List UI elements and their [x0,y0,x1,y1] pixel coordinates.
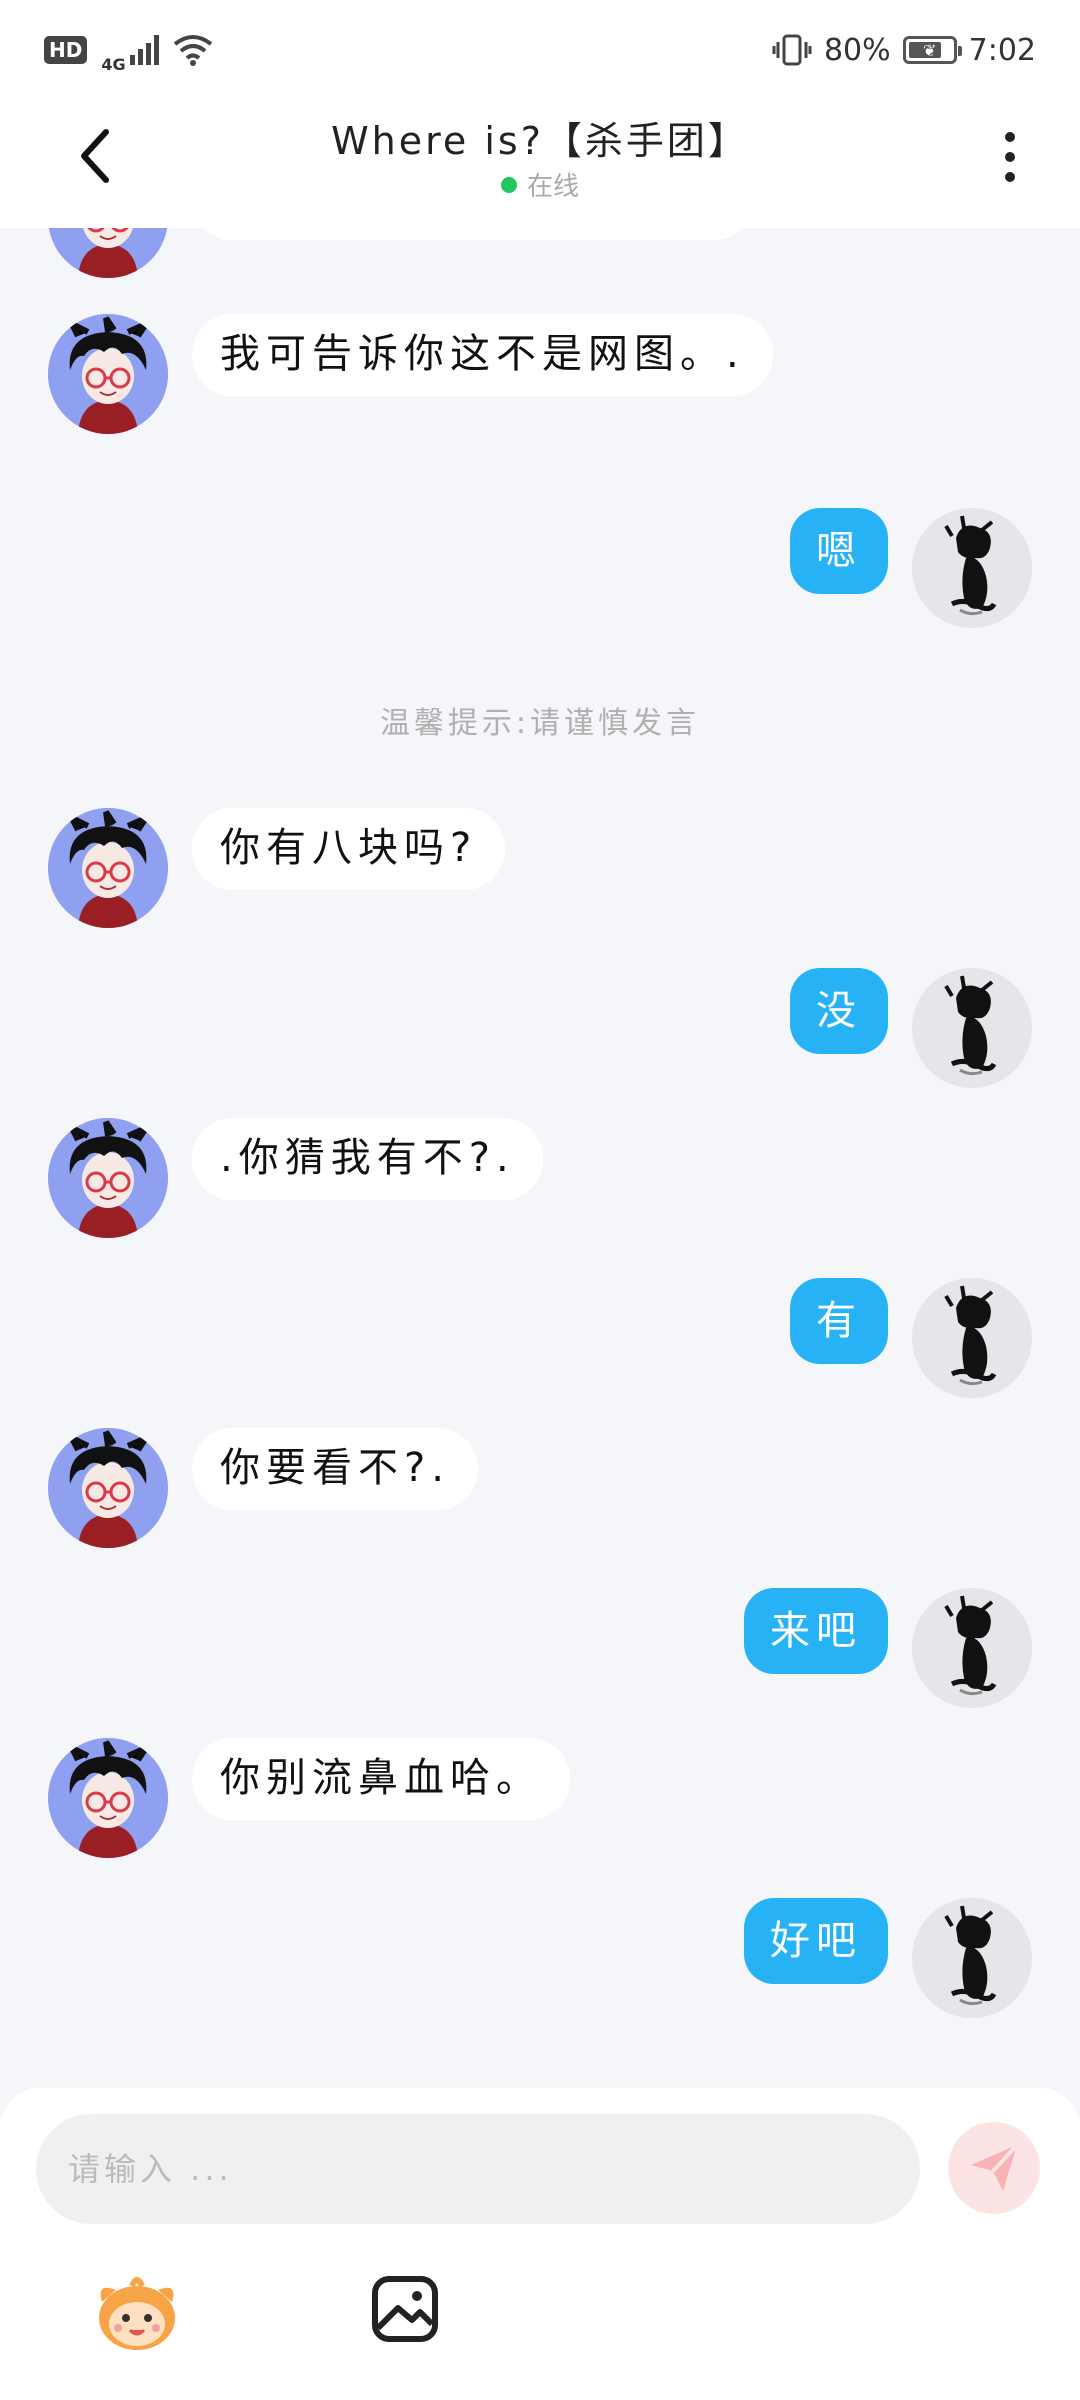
chat-list[interactable]: 你肯定知道我这是网图。 我可告诉你这不是网图。. 嗯温馨提示:请谨慎发言 你有八… [0,228,1080,2088]
emoji-mascot-icon [99,2277,175,2350]
send-icon [971,2143,1019,2191]
chat-header: Where is?【杀手团】 在线 [0,100,1080,228]
message-row-received: 我可告诉你这不是网图。. [0,314,1080,444]
composer [0,2088,1080,2400]
clock: 7:02 [968,32,1036,68]
message-bubble[interactable]: 嗯 [790,508,888,594]
message-bubble[interactable]: 好吧 [744,1898,888,1984]
message-bubble[interactable]: 你别流鼻血哈。 [192,1738,570,1820]
send-button[interactable] [948,2122,1040,2214]
message-row-received: 你肯定知道我这是网图。 [0,228,1080,288]
wifi-icon [173,35,212,66]
emoji-button[interactable] [92,2268,182,2358]
message-row-received: 你别流鼻血哈。 [0,1738,1080,1868]
my-avatar[interactable] [912,1278,1032,1398]
message-bubble[interactable]: .你猜我有不?. [192,1118,543,1200]
signal-icon [129,35,159,65]
message-bubble[interactable]: 没 [790,968,888,1054]
message-row-sent: 好吧 [0,1898,1080,2028]
contact-avatar[interactable] [48,808,168,928]
contact-avatar[interactable] [48,314,168,434]
chat-title: Where is?【杀手团】 [331,119,749,163]
message-row-received: .你猜我有不?. [0,1118,1080,1248]
message-row-sent: 没 [0,968,1080,1098]
message-row-sent: 嗯 [0,508,1080,638]
message-bubble[interactable]: 你要看不?. [192,1428,478,1510]
contact-avatar[interactable] [48,1738,168,1858]
online-status: 在线 [0,166,1080,203]
network-type: 4G [101,54,126,74]
contact-avatar[interactable] [48,1118,168,1238]
image-button[interactable] [370,2274,440,2344]
hd-badge: HD [44,36,88,64]
message-row-sent: 来吧 [0,1588,1080,1718]
message-bubble[interactable]: 有 [790,1278,888,1364]
status-bar: HD 4G 80% ❦ 7:02 [0,0,1080,100]
message-row-received: 你有八块吗? [0,808,1080,938]
message-input[interactable] [36,2114,920,2224]
message-row-received: 你要看不?. [0,1428,1080,1558]
my-avatar[interactable] [912,968,1032,1088]
battery-icon: ❦ [902,36,962,64]
system-tip: 温馨提示:请谨慎发言 [379,706,701,741]
image-icon [372,2276,438,2342]
more-options-button[interactable] [990,122,1030,192]
my-avatar[interactable] [912,1898,1032,2018]
my-avatar[interactable] [912,1588,1032,1708]
online-status-label: 在线 [526,172,579,202]
contact-avatar[interactable] [48,228,168,278]
contact-avatar[interactable] [48,1428,168,1548]
message-bubble[interactable]: 我可告诉你这不是网图。. [192,314,773,396]
vibrate-icon [772,34,812,66]
message-bubble[interactable]: 你有八块吗? [192,808,506,890]
message-bubble[interactable]: 来吧 [744,1588,888,1674]
more-vertical-icon [1005,132,1015,142]
my-avatar[interactable] [912,508,1032,628]
battery-percent: 80% [823,32,891,68]
message-row-sent: 有 [0,1278,1080,1408]
message-bubble[interactable]: 你肯定知道我这是网图。 [192,228,754,240]
online-dot-icon [500,176,517,193]
